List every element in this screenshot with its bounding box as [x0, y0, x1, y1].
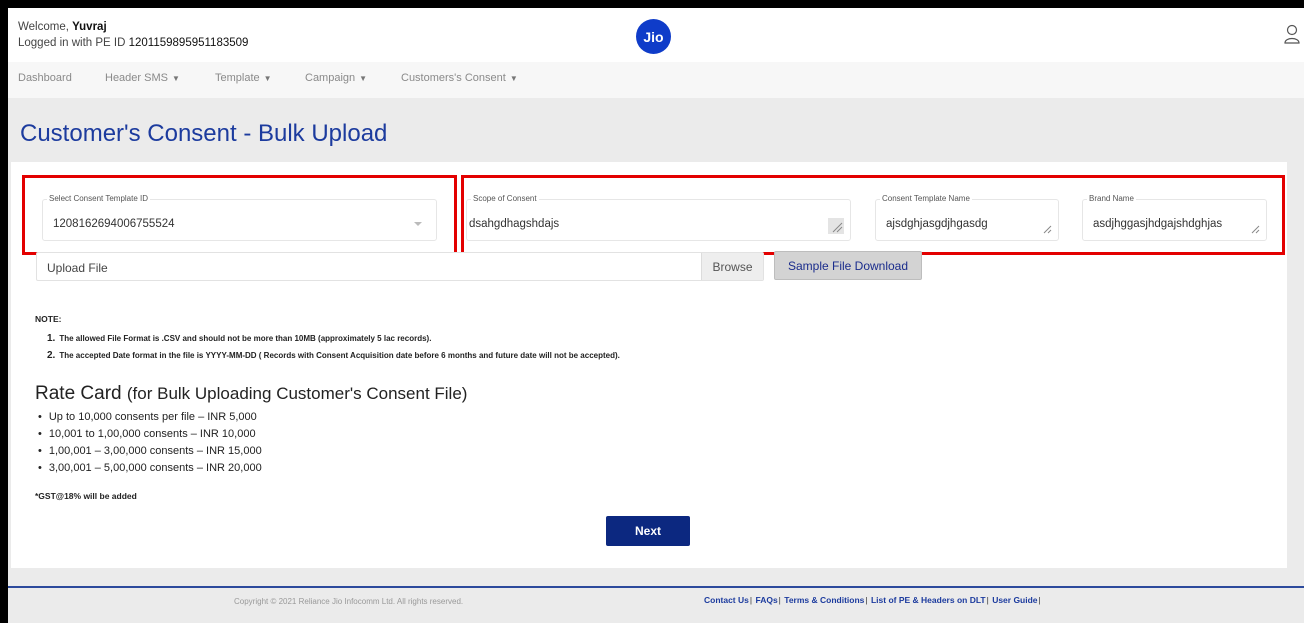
sample-file-download-button[interactable]: Sample File Download — [774, 251, 922, 280]
rate-card-title: Rate Card (for Bulk Uploading Customer's… — [35, 383, 467, 405]
footer-link-faqs[interactable]: FAQs — [755, 595, 777, 605]
upload-file-label: Upload File — [47, 261, 108, 275]
chevron-down-icon: ▼ — [509, 74, 518, 83]
page-title: Customer's Consent - Bulk Upload — [20, 120, 388, 147]
chevron-down-icon: ▼ — [359, 74, 368, 83]
link-separator: | — [749, 595, 753, 605]
brand-name-value: asdjhggasjhdgajshdghjas — [1093, 218, 1223, 230]
nav-item-header-sms[interactable]: Header SMS ▼ — [105, 72, 180, 84]
footer: Copyright © 2021 Reliance Jio Infocomm L… — [8, 586, 1304, 615]
footer-links: Contact Us| FAQs| Terms & Conditions| Li… — [704, 595, 1042, 605]
user-name: Yuvraj — [72, 21, 107, 33]
template-id-select[interactable]: Select Consent Template ID 1208162694006… — [42, 194, 437, 241]
rate-card-item: 10,001 to 1,00,000 consents – INR 10,000 — [38, 428, 256, 440]
resize-handle-icon[interactable] — [1042, 224, 1052, 234]
note-text: The allowed File Format is .CSV and shou… — [59, 334, 432, 343]
note-number: 1. — [47, 333, 56, 344]
upload-file-input[interactable]: Upload File Browse — [36, 252, 764, 281]
scope-of-consent-field[interactable]: Scope of Consent dsahgdhagshdajs — [466, 194, 851, 241]
template-name-label: Consent Template Name — [880, 194, 972, 203]
jio-logo[interactable]: Jio — [636, 19, 671, 54]
resize-handle-icon[interactable] — [828, 218, 844, 234]
link-separator: | — [986, 595, 989, 605]
footer-link-user-guide[interactable]: User Guide — [992, 595, 1037, 605]
scope-value: dsahgdhagshdajs — [469, 218, 560, 230]
copyright-text: Copyright © 2021 Reliance Jio Infocomm L… — [234, 597, 464, 606]
rate-card-subtitle: (for Bulk Uploading Customer's Consent F… — [126, 384, 468, 403]
next-button[interactable]: Next — [606, 516, 690, 546]
user-icon[interactable] — [1284, 24, 1300, 44]
browse-button[interactable]: Browse — [701, 253, 763, 280]
chevron-down-icon — [414, 222, 422, 226]
rate-card-item: Up to 10,000 consents per file – INR 5,0… — [38, 411, 257, 423]
nav-item-template[interactable]: Template ▼ — [215, 72, 272, 84]
pe-id: 1201159895951183509 — [128, 37, 249, 49]
note-number: 2. — [47, 350, 56, 361]
template-id-value: 1208162694006755524 — [53, 218, 175, 230]
footer-link-terms[interactable]: Terms & Conditions — [784, 595, 864, 605]
welcome-prefix: Welcome, — [18, 21, 69, 33]
note-item: 2. The accepted Date format in the file i… — [47, 350, 620, 361]
chevron-down-icon: ▼ — [171, 74, 180, 83]
link-separator: | — [865, 595, 868, 605]
rate-card-item: 3,00,001 – 5,00,000 consents – INR 20,00… — [38, 462, 262, 474]
gst-note: *GST@18% will be added — [35, 491, 137, 501]
nav-item-label: Dashboard — [18, 72, 72, 84]
scope-label: Scope of Consent — [471, 194, 539, 203]
nav-item-label: Header SMS — [105, 72, 168, 84]
nav-item-label: Customers's Consent — [401, 72, 506, 84]
note-item: 1. The allowed File Format is .CSV and sh… — [47, 333, 431, 344]
template-id-label: Select Consent Template ID — [47, 194, 151, 203]
top-bar: Welcome, Yuvraj Logged in with PE ID 120… — [8, 8, 1304, 62]
rate-card-heading: Rate Card — [35, 383, 122, 404]
nav-menu: Dashboard Header SMS ▼ Template ▼ Campaign… — [8, 62, 1304, 98]
nav-item-campaign[interactable]: Campaign ▼ — [305, 72, 367, 84]
resize-handle-icon[interactable] — [1250, 224, 1260, 234]
footer-link-contact-us[interactable]: Contact Us — [704, 595, 749, 605]
note-text: The accepted Date format in the file is … — [59, 351, 620, 360]
note-title: NOTE: — [35, 314, 62, 324]
nav-item-customers-consent[interactable]: Customers's Consent ▼ — [401, 72, 518, 84]
brand-name-field[interactable]: Brand Name asdjhggasjhdgajshdghjas — [1082, 194, 1267, 241]
link-separator: | — [778, 595, 781, 605]
template-name-value: ajsdghjasgdjhgasdg — [886, 218, 988, 230]
rate-card-item: 1,00,001 – 3,00,000 consents – INR 15,00… — [38, 445, 262, 457]
welcome-block: Welcome, Yuvraj Logged in with PE ID 120… — [18, 19, 248, 51]
chevron-down-icon: ▼ — [263, 74, 272, 83]
brand-name-label: Brand Name — [1087, 194, 1136, 203]
nav-item-dashboard[interactable]: Dashboard — [18, 72, 72, 84]
consent-template-name-field[interactable]: Consent Template Name ajsdghjasgdjhgasdg — [875, 194, 1059, 241]
footer-link-pe-headers[interactable]: List of PE & Headers on DLT — [871, 595, 986, 605]
pe-id-prefix: Logged in with PE ID — [18, 37, 126, 49]
nav-item-label: Template — [215, 72, 260, 84]
nav-item-label: Campaign — [305, 72, 356, 84]
link-separator: | — [1038, 595, 1041, 605]
